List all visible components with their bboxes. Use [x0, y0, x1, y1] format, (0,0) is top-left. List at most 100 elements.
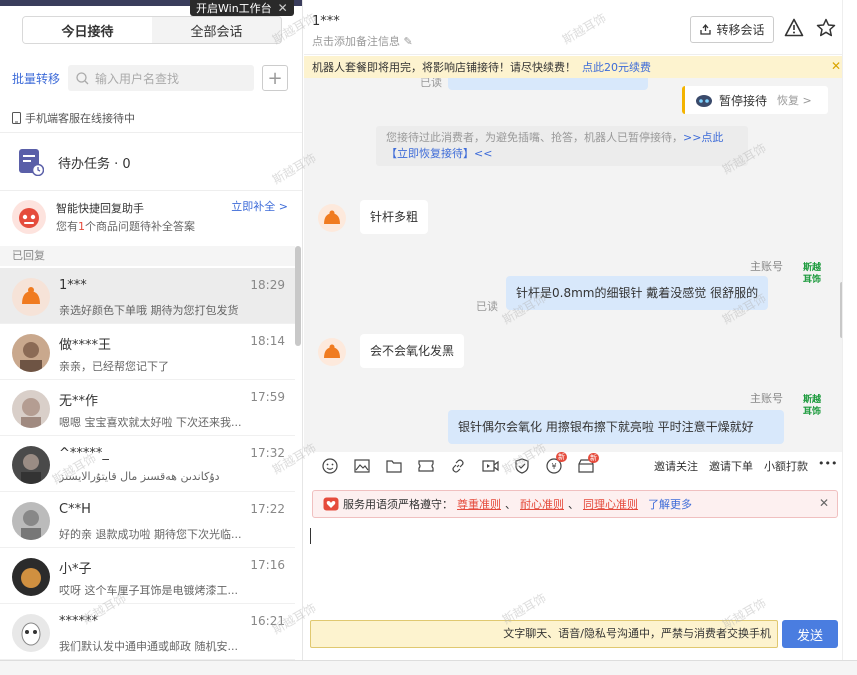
add-button[interactable]: + [262, 65, 289, 91]
complete-now-link[interactable]: 立即补全 > [231, 198, 288, 214]
link-icon[interactable] [442, 458, 474, 474]
pause-reception-card[interactable]: 暂停接待 恢复 > [682, 86, 828, 114]
contact-name: 1*** [59, 278, 87, 293]
mobile-status: 手机端客服在线接待中 [12, 110, 135, 126]
avatar [12, 446, 50, 484]
list-item[interactable]: 无**作 17:59 嗯嗯 宝宝喜欢就太好啦 下次还来我... [0, 380, 295, 436]
star-icon[interactable] [816, 18, 836, 37]
last-message: 好的亲 退款成功啦 期待您下次光临... [59, 528, 242, 541]
contact-name: ****** [59, 614, 98, 629]
assist-description: 您有1个商品问题待补全答案 [56, 218, 195, 234]
banner-text: 机器人套餐即将用完，将影响店铺接待！请尽快续费！ [312, 61, 576, 74]
heart-shield-icon [323, 497, 339, 511]
video-icon[interactable] [474, 459, 506, 473]
renew-link[interactable]: 点此20元续费 [582, 59, 651, 75]
quick-reply-assistant: 智能快捷回复助手 您有1个商品问题待补全答案 立即补全 > [12, 198, 292, 238]
message-area: 已读 暂停接待 恢复 > 您接待过此消费者，为避免插嘴、抢答，机器人已暂停接待，… [304, 78, 842, 452]
list-item[interactable]: ****** 16:21 我们默认发中通申通或邮政 随机安... [0, 604, 295, 660]
new-badge: 新 [556, 452, 567, 462]
empathy-rule-link[interactable]: 同理心准则 [583, 496, 638, 512]
customer-message: 针杆多粗 [360, 200, 429, 234]
message-time: 18:14 [250, 334, 285, 348]
last-message: دۇكاندىن ھەقسىز مال قايتۇرالايسىز [59, 470, 220, 483]
warning-icon[interactable] [784, 18, 804, 37]
list-item[interactable]: 小*子 17:16 哎呀 这个车厘子耳饰是电镀烤漆工... [0, 548, 295, 604]
last-message: 哎呀 这个车厘子耳饰是电镀烤漆工... [59, 584, 238, 597]
agent-message: 银针偶尔会氧化 用擦银布擦下就亮啦 平时注意干燥就好 [448, 410, 784, 444]
transfer-session-button[interactable]: 转移会话 [690, 16, 774, 43]
bottom-strip [0, 660, 857, 675]
shop-seal-text: 斯越 耳饰 [802, 263, 821, 285]
robot-icon [696, 95, 712, 107]
image-icon[interactable] [346, 459, 378, 473]
respect-rule-link[interactable]: 尊重准则 [457, 496, 501, 512]
list-item[interactable]: C**H 17:22 好的亲 退款成功啦 期待您下次光临... [0, 492, 295, 548]
customer-name: 1*** [312, 14, 340, 29]
invite-order-button[interactable]: 邀请下单 [709, 458, 753, 474]
coupon-icon[interactable] [410, 459, 442, 473]
message-time: 18:29 [250, 278, 285, 292]
message-bubble [448, 78, 648, 90]
bulk-transfer-link[interactable]: 批量转移 [12, 70, 60, 87]
session-tabs: 今日接待 全部会话 [22, 16, 282, 44]
text-caret [310, 528, 311, 544]
last-message: 我们默认发中通申通或邮政 随机安... [59, 640, 238, 653]
account-label: 主账号 [750, 392, 783, 405]
message-time: 17:59 [250, 390, 285, 404]
shop-seal-logo: 斯越 耳饰 [798, 394, 826, 422]
folder-icon[interactable] [378, 459, 410, 473]
robot-avatar-icon [12, 200, 46, 234]
add-note-link[interactable]: 点击添加备注信息 ✎ [312, 33, 413, 49]
share-icon [700, 23, 712, 35]
search-input[interactable]: 输入用户名查找 [68, 65, 255, 91]
resume-link[interactable]: 恢复 > [777, 92, 812, 108]
message-time: 17:16 [250, 558, 285, 572]
avatar [12, 558, 50, 596]
message-time: 17:22 [250, 502, 285, 516]
input-toolbar: ¥ 新 新 邀请关注 邀请下单 小额打款 ••• [304, 452, 842, 480]
assist-desc-pre: 您有 [56, 220, 78, 233]
win-hint-label: 开启Win工作台 [196, 2, 272, 15]
win-workbench-hint[interactable]: 开启Win工作台 ✕ [190, 0, 294, 16]
list-item[interactable]: 1*** 18:29 亲选好颜色下单哦 期待为您打包发货 [0, 268, 295, 324]
section-replied: 已回复 [0, 246, 295, 266]
shop-icon[interactable]: 新 [570, 453, 602, 473]
learn-more-link[interactable]: 了解更多 [648, 496, 692, 512]
search-placeholder: 输入用户名查找 [95, 71, 180, 86]
shield-icon[interactable] [506, 458, 538, 474]
tab-all[interactable]: 全部会话 [152, 17, 281, 43]
send-button[interactable]: 发送 [782, 620, 838, 648]
todo-tasks[interactable]: 待办任务 · 0 [18, 148, 131, 176]
more-icon[interactable]: ••• [818, 457, 837, 470]
patience-rule-link[interactable]: 耐心准则 [520, 496, 564, 512]
close-icon[interactable]: ✕ [831, 59, 841, 73]
assist-desc-post: 个商品问题待补全答案 [85, 220, 195, 233]
system-message-text: 您接待过此消费者，为避免插嘴、抢答，机器人已暂停接待， [386, 131, 683, 144]
avatar [12, 334, 50, 372]
order-icon[interactable]: ¥ 新 [538, 452, 570, 474]
emoji-icon[interactable] [314, 458, 346, 474]
window-edge [842, 0, 857, 675]
phone-icon [12, 112, 21, 124]
customer-message: 会不会氧化发黑 [360, 334, 465, 368]
avatar [12, 614, 50, 652]
agent-message: 针杆是0.8mm的细银针 戴着没感觉 很舒服的 [506, 276, 769, 310]
new-badge: 新 [588, 453, 599, 463]
tab-today[interactable]: 今日接待 [23, 17, 152, 43]
notice-label: 服务用语须严格遵守： [343, 498, 453, 511]
list-item[interactable]: 做****王 18:14 亲亲，已经帮您记下了 [0, 324, 295, 380]
pause-label: 暂停接待 [719, 93, 768, 108]
contact-name: C**H [59, 502, 91, 517]
message-time: 17:32 [250, 446, 285, 460]
close-icon[interactable]: ✕ [819, 496, 829, 510]
scrollbar[interactable] [295, 246, 301, 346]
customer-avatar [318, 338, 346, 366]
assist-title: 智能快捷回复助手 [56, 202, 144, 215]
service-notice: 服务用语须严格遵守： 尊重准则 、 耐心准则 、 同理心准则 了解更多 ✕ [312, 490, 838, 518]
avatar [12, 502, 50, 540]
small-payment-button[interactable]: 小额打款 [764, 458, 808, 474]
close-icon[interactable]: ✕ [278, 1, 288, 15]
message-input[interactable] [304, 520, 842, 616]
invite-follow-button[interactable]: 邀请关注 [654, 458, 698, 474]
list-item[interactable]: ^*****_ 17:32 دۇكاندىن ھەقسىز مال قايتۇر… [0, 436, 295, 492]
